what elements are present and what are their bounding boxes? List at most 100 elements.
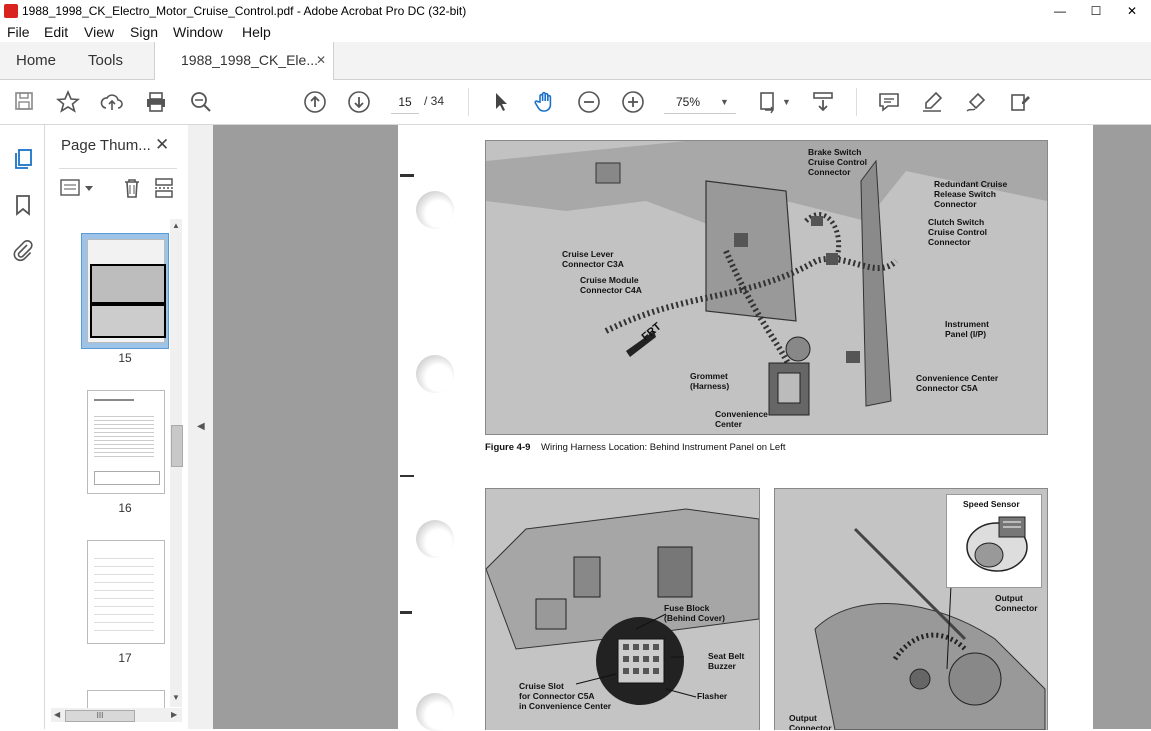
binder-hole	[416, 191, 454, 229]
page-thumbnails-panel: Page Thum... ✕ 15 16 17 ▲ ▼ ◀ III ▶	[45, 125, 189, 729]
collapse-arrow-icon[interactable]: ◀	[197, 421, 205, 432]
insert-page-icon[interactable]	[153, 177, 175, 202]
label-convenience-center-connector: Convenience Center Connector C5A	[916, 373, 999, 393]
label-speed-sensor: Speed Sensor	[963, 499, 1020, 509]
thumbnail-scrollbar[interactable]: ▲ ▼	[170, 219, 183, 707]
thumbnail-page-16[interactable]	[87, 390, 165, 494]
panel-divider	[59, 168, 177, 169]
menu-help[interactable]: Help	[242, 24, 271, 40]
toolbar-divider	[856, 88, 857, 116]
title-bar: 1988_1998_CK_Electro_Motor_Cruise_Contro…	[0, 0, 1151, 23]
figure-fuse-block: Fuse Block (Behind Cover) Seat Belt Buzz…	[485, 488, 760, 730]
panel-close-button[interactable]: ✕	[155, 135, 169, 155]
page-number-input[interactable]: 15	[391, 91, 419, 114]
zoom-level-select[interactable]: 75% ▼	[664, 91, 736, 114]
upload-cloud-icon[interactable]	[100, 90, 124, 114]
chevron-down-icon: ▼	[720, 97, 729, 107]
label-grommet: Grommet (Harness)	[690, 371, 730, 391]
scroll-right-arrow-icon[interactable]: ▶	[171, 710, 177, 719]
navigation-rail	[0, 125, 45, 729]
scroll-up-arrow-icon[interactable]: ▲	[172, 221, 180, 230]
tab-tools[interactable]: Tools	[88, 42, 123, 79]
tab-home[interactable]: Home	[16, 42, 56, 79]
label-flasher: Flasher	[697, 691, 728, 701]
zoom-out-icon[interactable]	[577, 90, 601, 114]
thumbnail-page-number: 16	[118, 501, 132, 515]
binder-hole	[416, 355, 454, 393]
zoom-value: 75%	[676, 95, 701, 109]
figure-wiring-harness: Brake Switch Cruise Control Connector Re…	[485, 140, 1048, 435]
figure-speed-sensor: Speed Sensor Output Connector Output Con…	[774, 488, 1048, 730]
tab-close-button[interactable]: ✕	[316, 42, 326, 79]
label-redundant-cruise: Redundant Cruise Release Switch Connecto…	[934, 179, 1008, 209]
maximize-button[interactable]: ☐	[1080, 0, 1112, 22]
panel-collapse-strip[interactable]: ◀	[188, 125, 213, 729]
scroll-thumb-horizontal[interactable]: III	[65, 710, 135, 722]
speed-sensor-inset: Speed Sensor	[946, 494, 1042, 588]
thumbnail-page-17[interactable]	[87, 540, 165, 644]
bookmark-star-icon[interactable]	[55, 89, 81, 114]
select-cursor-icon[interactable]	[489, 90, 513, 114]
chevron-down-icon[interactable]: ▼	[782, 97, 791, 107]
thumbnail-page-number: 15	[118, 351, 132, 365]
label-seat-belt-buzzer: Seat Belt Buzzer	[708, 651, 745, 671]
tab-document-label: 1988_1998_CK_Ele...	[181, 52, 318, 68]
delete-trash-icon[interactable]	[121, 177, 143, 202]
sign-pen-icon[interactable]	[964, 90, 988, 114]
thumbnail-options-icon[interactable]	[60, 178, 96, 201]
close-window-button[interactable]: ✕	[1116, 0, 1148, 22]
bookmarks-icon[interactable]	[11, 193, 35, 220]
binder-hole	[416, 520, 454, 558]
label-cruise-lever: Cruise Lever Connector C3A	[562, 249, 624, 269]
menu-edit[interactable]: Edit	[44, 24, 68, 40]
scroll-down-arrow-icon[interactable]: ▼	[172, 693, 180, 702]
scan-mark	[400, 611, 412, 614]
comment-icon[interactable]	[877, 90, 901, 114]
label-clutch-switch: Clutch Switch Cruise Control Connector	[928, 217, 988, 247]
minimize-button[interactable]: —	[1044, 0, 1076, 22]
hand-tool-icon[interactable]	[533, 90, 557, 114]
toolbar: 15 / 34 75% ▼ ▼	[0, 80, 1151, 125]
label-output-connector-bottom: Output Connector	[789, 713, 832, 730]
menu-file[interactable]: File	[7, 24, 30, 40]
page-total: / 34	[424, 94, 445, 108]
figure-caption-number: Figure 4-9	[485, 442, 531, 453]
scan-mark	[400, 174, 414, 177]
attachments-paperclip-icon[interactable]	[11, 238, 35, 265]
pdf-page: Brake Switch Cruise Control Connector Re…	[398, 125, 1093, 731]
zoom-in-icon[interactable]	[621, 90, 645, 114]
binder-hole	[416, 693, 454, 731]
thumbnail-page-number: 17	[118, 651, 132, 665]
menu-sign[interactable]: Sign	[130, 24, 158, 40]
tab-bar: Home Tools 1988_1998_CK_Ele... ✕	[0, 42, 1151, 80]
next-page-icon[interactable]	[347, 90, 371, 114]
page-fit-icon[interactable]	[757, 90, 781, 114]
label-cruise-slot: Cruise Slot for Connector C5A in Conveni…	[519, 681, 612, 711]
menu-view[interactable]: View	[84, 24, 114, 40]
save-icon[interactable]	[12, 90, 36, 114]
highlight-pen-icon[interactable]	[920, 90, 944, 114]
tab-document[interactable]: 1988_1998_CK_Ele... ✕	[154, 42, 334, 80]
zoom-search-icon[interactable]	[189, 90, 213, 114]
print-icon[interactable]	[144, 90, 168, 114]
page-thumbnails-icon[interactable]	[11, 147, 35, 174]
scroll-mode-icon[interactable]	[811, 90, 835, 114]
scroll-thumb[interactable]	[171, 425, 183, 467]
previous-page-icon[interactable]	[303, 90, 327, 114]
menu-bar: File Edit View Sign Window Help	[0, 22, 1151, 42]
stamp-edit-icon[interactable]	[1008, 90, 1032, 114]
scroll-left-arrow-icon[interactable]: ◀	[54, 710, 60, 719]
label-brake-switch: Brake Switch Cruise Control Connector	[808, 147, 868, 177]
thumbnail-page-15[interactable]	[87, 239, 166, 343]
acrobat-logo-icon	[4, 4, 18, 18]
scan-mark	[400, 475, 414, 477]
label-instrument-panel: Instrument Panel (I/P)	[945, 319, 989, 339]
label-fuse-block: Fuse Block (Behind Cover)	[664, 603, 725, 623]
toolbar-divider	[468, 88, 469, 116]
panel-title: Page Thum...	[61, 137, 151, 154]
label-convenience-center: Convenience Center	[715, 409, 768, 429]
thumbnail-horizontal-scrollbar[interactable]: ◀ III ▶	[51, 708, 182, 722]
label-output-connector: Output Connector	[995, 593, 1038, 613]
menu-window[interactable]: Window	[173, 24, 223, 40]
window-title: 1988_1998_CK_Electro_Motor_Cruise_Contro…	[22, 4, 467, 18]
